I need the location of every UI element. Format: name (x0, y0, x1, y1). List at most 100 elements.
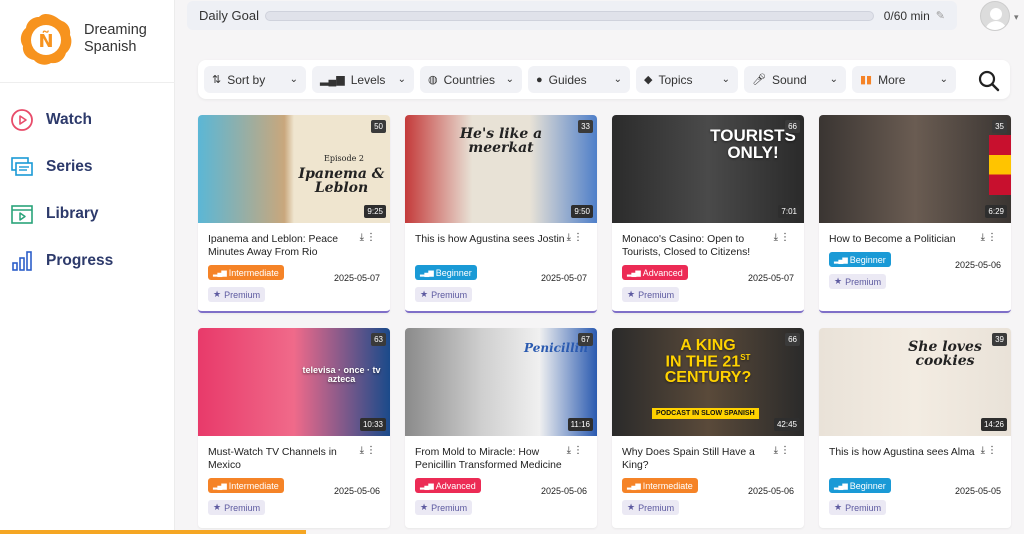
premium-badge: ★ Premium (622, 287, 680, 302)
filter-sound[interactable]: 🎤︎ Sound ⌄ (744, 66, 846, 93)
level-label: Intermediate (228, 267, 279, 278)
search-icon[interactable] (975, 67, 1003, 95)
video-title[interactable]: From Mold to Miracle: How Penicillin Tra… (415, 446, 565, 472)
nav-item-series[interactable]: Series (10, 155, 93, 179)
video-thumbnail[interactable]: A KING IN THE 21ST CENTURY? PODCAST IN SLOW… (612, 328, 804, 436)
video-thumbnail[interactable]: televisa · once · tv azteca 63 10:33 (198, 328, 390, 436)
chevron-down-icon: ⌄ (939, 74, 948, 85)
video-card[interactable]: televisa · once · tv azteca 63 10:33 Must-W… (198, 328, 390, 528)
video-actions: ⤓⋮ (774, 445, 792, 456)
video-card[interactable]: Penicillin 67 11:16 From Mold to Miracle: H… (405, 328, 597, 528)
brand-name: Dreaming Spanish (84, 22, 147, 56)
video-duration: 9:50 (571, 205, 593, 218)
video-thumbnail[interactable]: 35 6:29 (819, 115, 1011, 223)
video-card[interactable]: Episode 2 Ipanema & Leblon 50 9:25 Ipanema an… (198, 115, 390, 313)
star-icon: ★ (420, 502, 429, 512)
nav-item-label: Series (46, 158, 93, 175)
video-card[interactable]: He's like a meerkat 33 9:50 This is how Agus… (405, 115, 597, 313)
signal-bars-icon: ▂▄▆ (420, 482, 434, 490)
premium-label: Premium (431, 502, 468, 513)
more-filters-icon: ▮▮ (860, 74, 873, 86)
level-label: Advanced (435, 480, 476, 491)
nav-item-library[interactable]: Library (10, 202, 99, 226)
premium-badge: ★ Premium (208, 500, 266, 515)
premium-label: Premium (845, 502, 882, 513)
premium-badge: ★ Premium (829, 274, 887, 289)
video-title[interactable]: Must-Watch TV Channels in Mexico (208, 446, 358, 472)
more-options-icon[interactable]: ⋮ (780, 232, 792, 243)
video-thumbnail[interactable]: She loves cookies 39 14:26 (819, 328, 1011, 436)
more-options-icon[interactable]: ⋮ (366, 232, 378, 243)
daily-goal-bar[interactable]: Daily Goal 0/60 min ✎ (187, 1, 957, 30)
level-badge: ▂▄▆ Beginner (829, 478, 891, 493)
video-thumbnail[interactable]: Penicillin 67 11:16 (405, 328, 597, 436)
video-actions: ⤓⋮ (360, 445, 378, 456)
signal-bars-icon: ▂▄▆ (627, 482, 641, 490)
level-label: Beginner (849, 254, 886, 265)
more-options-icon[interactable]: ⋮ (573, 445, 585, 456)
sidebar: Ñ Dreaming Spanish Watch Series Library … (0, 0, 175, 534)
level-badge: ▂▄▆ Advanced (622, 265, 688, 280)
video-actions: ⤓⋮ (567, 445, 585, 456)
more-options-icon[interactable]: ⋮ (573, 232, 585, 243)
filter-countries[interactable]: ◍ Countries ⌄ (420, 66, 522, 93)
video-thumbnail[interactable]: TOURISTS ONLY! 66 7:01 (612, 115, 804, 223)
person-icon: ● (536, 73, 543, 86)
video-title[interactable]: Monaco's Casino: Open to Tourists, Close… (622, 233, 772, 259)
premium-badge: ★ Premium (415, 287, 473, 302)
filter-guides[interactable]: ● Guides ⌄ (528, 66, 630, 93)
avatar[interactable] (980, 1, 1010, 31)
chevron-down-icon: ⌄ (505, 74, 514, 85)
more-options-icon[interactable]: ⋮ (987, 445, 999, 456)
more-options-icon[interactable]: ⋮ (780, 445, 792, 456)
filter-sort-by[interactable]: ⇅ Sort by ⌄ (204, 66, 306, 93)
more-options-icon[interactable]: ⋮ (987, 232, 999, 243)
signal-bars-icon: ▂▄▆ (420, 269, 434, 277)
video-actions: ⤓⋮ (567, 232, 585, 243)
filter-more[interactable]: ▮▮ More ⌄ (852, 66, 956, 93)
chevron-down-icon[interactable]: ▾ (1014, 12, 1019, 23)
video-card[interactable]: She loves cookies 39 14:26 This is how Agust… (819, 328, 1011, 528)
video-date: 2025-05-07 (540, 273, 587, 283)
video-date: 2025-05-06 (540, 486, 587, 496)
video-title[interactable]: Why Does Spain Still Have a King? (622, 446, 772, 472)
nav-item-progress[interactable]: Progress (10, 249, 113, 273)
premium-badge: ★ Premium (415, 500, 473, 515)
sort-icon: ⇅ (212, 74, 222, 86)
filter-levels[interactable]: ▂▄▆ Levels ⌄ (312, 66, 414, 93)
video-duration: 6:29 (985, 205, 1007, 218)
nav-item-watch[interactable]: Watch (10, 108, 92, 132)
avatar-head (990, 8, 1002, 20)
sidebar-divider (0, 82, 175, 83)
star-icon: ★ (420, 289, 429, 299)
level-badge: ▂▄▆ Beginner (829, 252, 891, 267)
video-card[interactable]: TOURISTS ONLY! 66 7:01 Monaco's Casino: Open… (612, 115, 804, 313)
more-options-icon[interactable]: ⋮ (366, 445, 378, 456)
video-title[interactable]: This is how Agustina sees Jostin (415, 233, 565, 246)
premium-badge: ★ Premium (208, 287, 266, 302)
pencil-icon[interactable]: ✎ (936, 9, 945, 22)
chevron-down-icon: ⌄ (721, 74, 730, 85)
level-badge: ▂▄▆ Intermediate (208, 478, 284, 493)
video-duration: 7:01 (778, 205, 800, 218)
star-icon: ★ (834, 276, 843, 286)
video-title[interactable]: Ipanema and Leblon: Peace Minutes Away F… (208, 233, 358, 259)
video-thumbnail[interactable]: Episode 2 Ipanema & Leblon 50 9:25 (198, 115, 390, 223)
video-card[interactable]: A KING IN THE 21ST CENTURY? PODCAST IN SLOW… (612, 328, 804, 528)
filter-bar: ⇅ Sort by ⌄ ▂▄▆ Levels ⌄ ◍ Countries ⌄ ● Guides… (198, 60, 1010, 99)
level-label: Beginner (849, 480, 886, 491)
dreaming-spanish-logo[interactable]: Ñ (18, 11, 74, 67)
video-thumbnail[interactable]: He's like a meerkat 33 9:50 (405, 115, 597, 223)
video-card[interactable]: 35 6:29 How to Become a Politician ⤓⋮ ▂▄▆ Beg… (819, 115, 1011, 313)
daily-goal-label: Daily Goal (199, 8, 259, 23)
video-title[interactable]: How to Become a Politician (829, 233, 979, 246)
nav-item-label: Library (46, 205, 99, 222)
filter-topics[interactable]: ◆ Topics ⌄ (636, 66, 738, 93)
brand-line-2: Spanish (84, 39, 137, 55)
star-icon: ★ (213, 502, 222, 512)
video-duration: 42:45 (773, 418, 800, 431)
video-title[interactable]: This is how Agustina sees Alma (829, 446, 979, 459)
filter-label: Sound (771, 72, 807, 87)
signal-bars-icon: ▂▄▆ (320, 74, 345, 86)
video-actions: ⤓⋮ (360, 232, 378, 243)
